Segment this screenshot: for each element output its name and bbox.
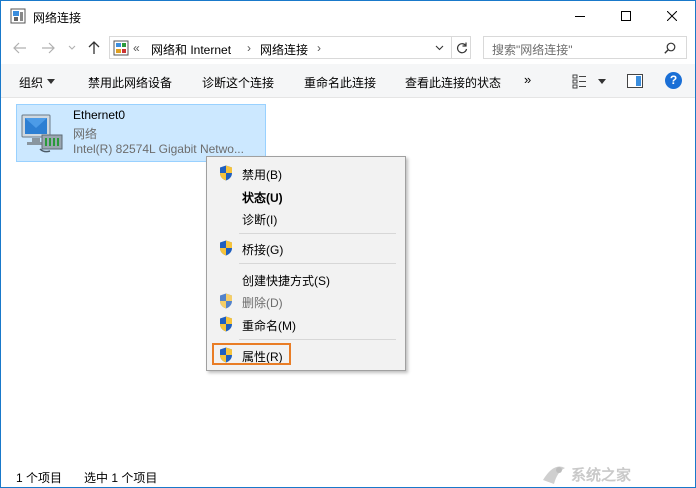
- view-status-button[interactable]: 查看此连接的状态: [405, 74, 501, 91]
- diagnose-button[interactable]: 诊断这个连接: [202, 74, 274, 91]
- uac-shield-icon: [220, 165, 232, 181]
- context-menu: 禁用(B) 状态(U) 诊断(I) 桥接(G) 创建快捷方式(S) 删除(D) …: [206, 156, 406, 371]
- forward-button[interactable]: [39, 39, 57, 57]
- uac-shield-icon: [220, 316, 232, 332]
- watermark: 系统之家: [541, 462, 631, 486]
- breadcrumb-separator-icon[interactable]: ›: [317, 41, 321, 55]
- organize-button[interactable]: 组织: [19, 74, 43, 91]
- highlight-outline: [212, 343, 291, 365]
- search-placeholder: 搜索"网络连接": [492, 43, 573, 57]
- change-view-button[interactable]: [572, 73, 610, 89]
- menu-label-disable: 禁用(B): [242, 168, 282, 182]
- back-arrow-icon: [13, 42, 26, 54]
- close-icon: [667, 11, 677, 21]
- menu-item-bridge[interactable]: 桥接(G): [209, 237, 403, 259]
- item-count: 1 个项目: [16, 471, 63, 485]
- address-dropdown-icon[interactable]: [435, 45, 444, 51]
- breadcrumb-separator-icon[interactable]: ›: [247, 41, 251, 55]
- more-commands-button[interactable]: »: [524, 72, 531, 87]
- menu-separator: [239, 233, 396, 234]
- breadcrumb-overflow[interactable]: «: [133, 41, 140, 55]
- status-bar: 1 个项目 选中 1 个项目 系统之家: [1, 460, 695, 487]
- network-adapter-icon: [21, 114, 63, 153]
- maximize-button[interactable]: [603, 1, 649, 31]
- up-button[interactable]: [85, 39, 103, 57]
- chevron-down-icon: [68, 45, 76, 50]
- recent-locations-button[interactable]: [63, 39, 81, 57]
- organize-dropdown-icon[interactable]: [47, 79, 55, 84]
- close-button[interactable]: [649, 1, 695, 31]
- connection-item-ethernet0[interactable]: Ethernet0 网络 Intel(R) 82574L Gigabit Net…: [16, 104, 266, 162]
- menu-label-rename: 重命名(M): [242, 319, 296, 333]
- maximize-icon: [621, 11, 631, 21]
- menu-label-create-shortcut: 创建快捷方式(S): [242, 274, 330, 288]
- menu-label-delete: 删除(D): [242, 296, 283, 310]
- control-panel-icon: [113, 40, 129, 56]
- disable-device-button[interactable]: 禁用此网络设备: [88, 74, 172, 91]
- uac-shield-icon: [220, 293, 232, 309]
- forward-arrow-icon: [42, 42, 55, 54]
- back-button[interactable]: [11, 39, 29, 57]
- menu-item-diagnose[interactable]: 诊断(I): [209, 207, 403, 229]
- menu-label-bridge: 桥接(G): [242, 243, 284, 257]
- preview-pane-icon[interactable]: [627, 74, 643, 88]
- selected-count: 选中 1 个项目: [84, 471, 158, 485]
- uac-shield-icon: [220, 240, 232, 256]
- network-connections-icon: [10, 8, 26, 24]
- minimize-button[interactable]: [557, 1, 603, 31]
- view-dropdown-icon: [598, 79, 606, 84]
- search-box[interactable]: 搜索"网络连接": [483, 36, 687, 59]
- explorer-window: 网络连接 « 网络和 Internet › 网络连接 › 搜索"网络连接" 组织…: [0, 0, 696, 488]
- menu-item-delete[interactable]: 删除(D): [209, 290, 403, 312]
- window-title: 网络连接: [33, 11, 82, 25]
- menu-item-status[interactable]: 状态(U): [209, 185, 403, 207]
- menu-item-rename[interactable]: 重命名(M): [209, 313, 403, 335]
- menu-separator: [239, 263, 396, 264]
- connection-name: Ethernet0: [73, 108, 126, 122]
- menu-item-disable[interactable]: 禁用(B): [209, 162, 403, 184]
- help-icon: ?: [669, 73, 678, 87]
- menu-separator: [239, 339, 396, 340]
- menu-label-diagnose: 诊断(I): [242, 213, 278, 227]
- connection-type: 网络: [73, 127, 98, 141]
- menu-label-status: 状态(U): [242, 191, 283, 205]
- help-button[interactable]: ?: [665, 72, 682, 89]
- refresh-button[interactable]: [451, 37, 471, 58]
- rename-button[interactable]: 重命名此连接: [304, 74, 376, 91]
- minimize-icon: [575, 16, 585, 17]
- address-bar[interactable]: « 网络和 Internet › 网络连接 ›: [109, 36, 471, 59]
- search-icon[interactable]: [664, 42, 676, 54]
- up-arrow-icon: [88, 41, 100, 54]
- menu-item-create-shortcut[interactable]: 创建快捷方式(S): [209, 268, 403, 290]
- watermark-logo-icon: [543, 466, 565, 484]
- title-bar[interactable]: 网络连接: [1, 1, 695, 31]
- command-bar: 组织 禁用此网络设备 诊断这个连接 重命名此连接 查看此连接的状态 » ?: [1, 64, 695, 98]
- refresh-icon: [456, 42, 468, 54]
- address-row: « 网络和 Internet › 网络连接 › 搜索"网络连接": [1, 31, 695, 64]
- details-view-icon: [572, 74, 586, 89]
- connection-device: Intel(R) 82574L Gigabit Netwo...: [73, 142, 244, 156]
- breadcrumb-network-connections[interactable]: 网络连接: [260, 41, 308, 58]
- breadcrumb-network-internet[interactable]: 网络和 Internet: [151, 41, 231, 58]
- watermark-text: 系统之家: [571, 466, 632, 484]
